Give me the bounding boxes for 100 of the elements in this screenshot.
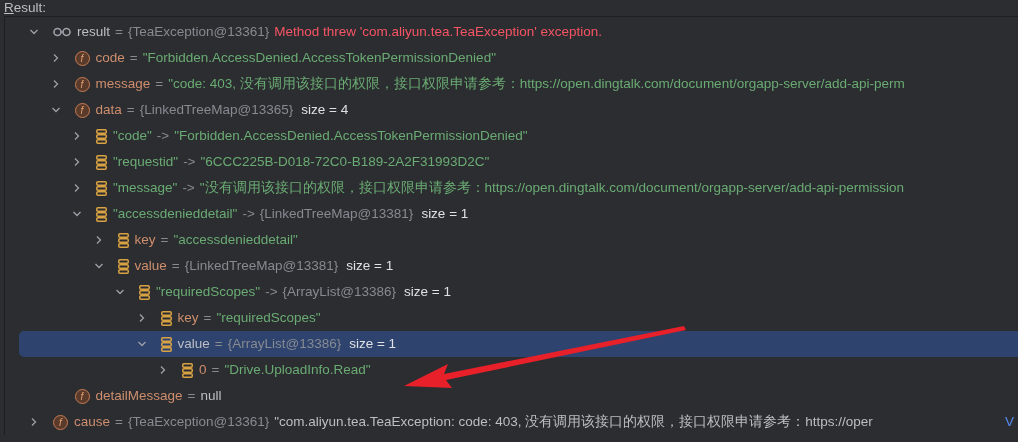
size-label: size = 1 [421, 204, 469, 223]
operator: = [160, 230, 169, 249]
chevron-down-icon[interactable] [136, 339, 147, 349]
entry-icon [96, 128, 107, 144]
tree-row[interactable]: "message" -> "没有调用该接口的权限，接口权限申请参考：https://open.dingtalk.com/document/orgapp-server/add-api-permission [19, 175, 1018, 201]
entry-icon [139, 284, 150, 300]
size-label: size = 1 [346, 256, 394, 275]
object-reference: {LinkedTreeMap@13365} [139, 100, 294, 119]
chevron-down-icon[interactable] [29, 27, 39, 37]
tree-row[interactable]: f cause = {TeaException@13361} "com.aliyun.tea.TeaException: code: 403, 没有调用该接口的权限，接口权限申请参考：https://oper V [19, 409, 1018, 435]
entry-icon [117, 258, 129, 274]
tree-row[interactable]: value = {LinkedTreeMap@13381} size = 1 [19, 253, 1018, 279]
tree-row[interactable]: result = {TeaException@13361} Method threw 'com.aliyun.tea.TeaException' exception. [19, 19, 1018, 45]
entry-icon [160, 310, 172, 326]
size-label: size = 1 [404, 282, 451, 301]
operator: = [126, 100, 135, 119]
variable-value: "6CCC225B-D018-72C0-B189-2A2F31993D2C" [200, 152, 490, 171]
variable-value: "没有调用该接口的权限，接口权限申请参考：https://open.dingtalk.com/document/orgapp-server/add-api-permission [199, 178, 905, 197]
object-reference: {LinkedTreeMap@13381} [259, 204, 414, 223]
tree-row[interactable]: value = {ArrayList@13386} size = 1 [19, 331, 1018, 357]
variable-name: cause [74, 412, 111, 431]
field-icon: f [74, 50, 90, 66]
object-reference: {ArrayList@13386} [282, 282, 397, 301]
variable-value: "com.aliyun.tea.TeaException: code: 403, 没有调用该接口的权限，接口权限申请参考：https://oper [274, 412, 873, 431]
variable-name: 0 [199, 360, 207, 379]
object-reference: {TeaException@13361} [127, 22, 270, 41]
chevron-right-icon[interactable] [72, 131, 82, 141]
variable-value: "requiredScopes" [216, 308, 321, 327]
variable-value: "code: 403, 没有调用该接口的权限，接口权限申请参考：https://open.dingtalk.com/document/orgapp-server/add-api-perm [168, 74, 905, 93]
size-label: size = 4 [301, 100, 349, 119]
entry-icon [96, 180, 107, 196]
variable-name: value [177, 334, 210, 353]
operator: = [129, 48, 138, 67]
object-reference: {LinkedTreeMap@13381} [184, 256, 339, 275]
variable-name: result [77, 22, 110, 41]
chevron-down-icon[interactable] [72, 209, 82, 219]
variable-name: "requestid" [113, 152, 179, 171]
variable-name: value [134, 256, 167, 275]
object-reference: {TeaException@13361} [127, 412, 270, 431]
entry-icon [182, 362, 193, 378]
trailing-text: V [1005, 412, 1015, 431]
variable-value: "Forbidden.AccessDenied.AccessTokenPermissionDenied" [142, 48, 496, 67]
size-label: size = 1 [349, 334, 397, 353]
variable-name: key [177, 308, 199, 327]
tree-row[interactable]: key = "requiredScopes" [19, 305, 1018, 331]
operator: -> [183, 152, 196, 171]
entry-icon [96, 154, 107, 170]
operator: = [115, 22, 123, 41]
variable-name: "message" [113, 178, 178, 197]
tree-row[interactable]: "accessdenieddetail" -> {LinkedTreeMap@13381} size = 1 [19, 201, 1018, 227]
variable-name: message [95, 74, 151, 93]
glasses-icon [53, 27, 71, 37]
tree-row[interactable]: "code" -> "Forbidden.AccessDenied.AccessTokenPermissionDenied" [19, 123, 1018, 149]
chevron-right-icon[interactable] [29, 417, 39, 427]
chevron-right-icon[interactable] [72, 183, 82, 193]
operator: -> [182, 178, 195, 197]
variable-name: detailMessage [95, 386, 183, 405]
operator: = [171, 256, 180, 275]
chevron-right-icon[interactable] [158, 365, 168, 375]
variable-value: null [200, 386, 222, 405]
tree-row[interactable]: "requiredScopes" -> {ArrayList@13386} size = 1 [19, 279, 1018, 305]
variable-name: data [95, 100, 122, 119]
error-message: Method threw 'com.aliyun.tea.TeaException' exception. [274, 22, 603, 41]
tree-row[interactable]: "requestid" -> "6CCC225B-D018-72C0-B189-2A2F31993D2C" [19, 149, 1018, 175]
variable-name: code [95, 48, 125, 67]
entry-icon [160, 336, 172, 352]
variable-value: "accessdenieddetail" [173, 230, 298, 249]
object-reference: {ArrayList@13386} [227, 334, 342, 353]
tree-row[interactable]: 0 = "Drive.UploadInfo.Read" [19, 357, 1018, 383]
tree-row[interactable]: key = "accessdenieddetail" [19, 227, 1018, 253]
variable-name: "code" [113, 126, 152, 145]
chevron-down-icon[interactable] [115, 287, 125, 297]
field-icon: f [74, 388, 90, 404]
variable-name: key [134, 230, 156, 249]
variable-name: "accessdenieddetail" [113, 204, 238, 223]
variable-value: "Forbidden.AccessDenied.AccessTokenPermissionDenied" [174, 126, 528, 145]
tree-row[interactable]: f message = "code: 403, 没有调用该接口的权限，接口权限申请参考：https://open.dingtalk.com/document/orgapp-server/add-api-perm [19, 71, 1018, 97]
operator: = [214, 334, 223, 353]
operator: = [115, 412, 123, 431]
field-icon: f [74, 76, 90, 92]
operator: = [155, 74, 164, 93]
variable-name: "requiredScopes" [156, 282, 261, 301]
tree-row[interactable]: f code = "Forbidden.AccessDenied.AccessTokenPermissionDenied" [19, 45, 1018, 71]
operator: = [211, 360, 220, 379]
field-icon: f [53, 414, 68, 430]
panel-title: Result: [3, 0, 48, 16]
chevron-down-icon[interactable] [93, 261, 104, 271]
entry-icon [117, 232, 129, 248]
field-icon: f [74, 102, 90, 118]
tree-row[interactable]: f data = {LinkedTreeMap@13365} size = 4 [19, 97, 1018, 123]
variable-value: "Drive.UploadInfo.Read" [224, 360, 371, 379]
chevron-down-icon[interactable] [50, 105, 61, 115]
chevron-right-icon[interactable] [72, 157, 82, 167]
operator: = [187, 386, 196, 405]
operator: -> [265, 282, 278, 301]
entry-icon [96, 206, 107, 222]
operator: = [203, 308, 212, 327]
tree-row[interactable]: f detailMessage = null [19, 383, 1018, 409]
operator: -> [156, 126, 170, 145]
operator: -> [242, 204, 255, 223]
